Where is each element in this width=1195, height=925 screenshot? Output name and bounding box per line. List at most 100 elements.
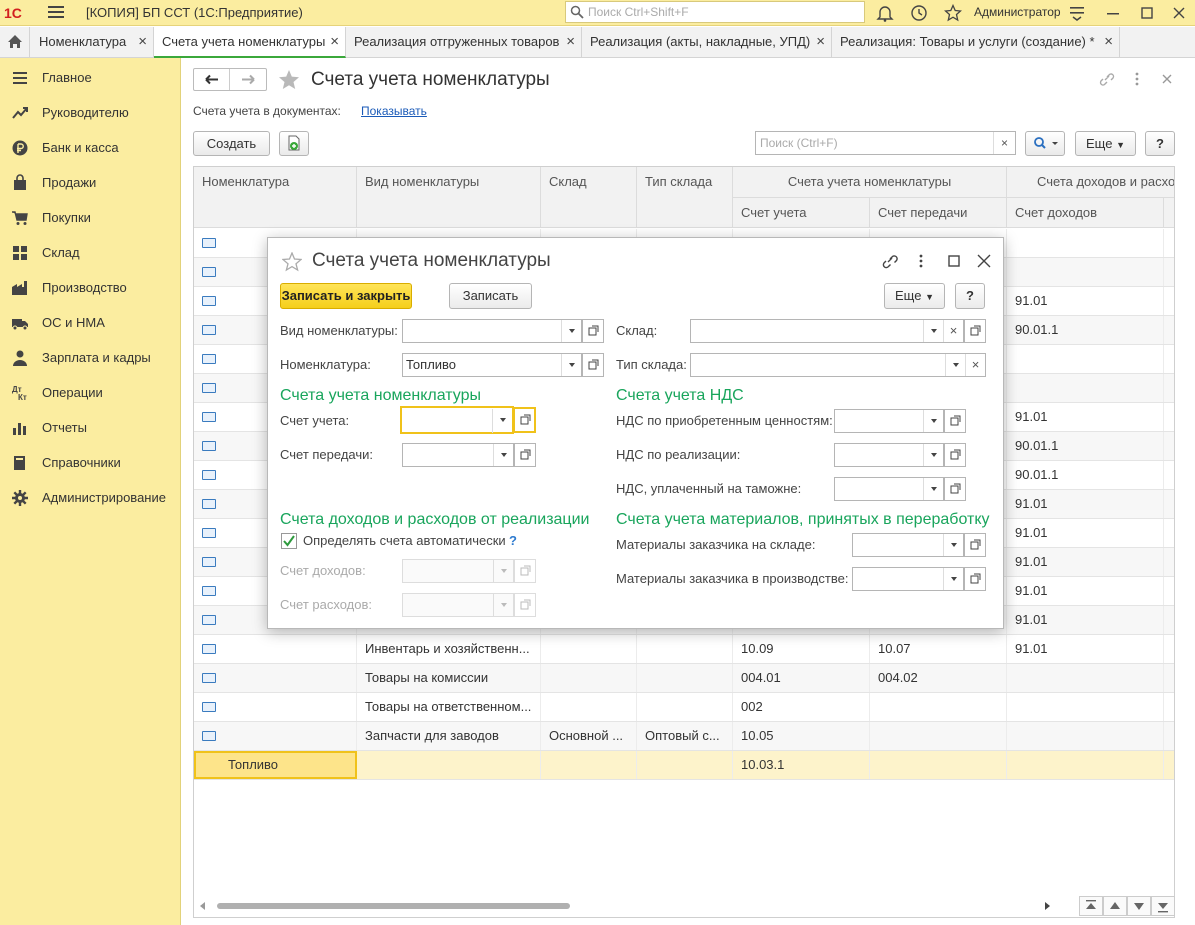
- tab-realization-shipped[interactable]: Реализация отгруженных товаров ×: [346, 27, 582, 58]
- account-field[interactable]: [400, 406, 514, 434]
- dropdown-icon[interactable]: [561, 354, 581, 376]
- sidebar-item-references[interactable]: Справочники: [0, 453, 181, 488]
- favorite-star-icon[interactable]: [278, 69, 300, 91]
- sidebar-item-salary[interactable]: Зарплата и кадры: [0, 348, 181, 383]
- scroll-up-icon[interactable]: [1103, 896, 1127, 916]
- auto-accounts-checkbox[interactable]: [281, 533, 297, 549]
- save-and-close-button[interactable]: Записать и закрыть: [280, 283, 412, 309]
- close-tab-icon[interactable]: ×: [138, 27, 147, 57]
- save-button[interactable]: Записать: [449, 283, 532, 309]
- vat-customs-field[interactable]: [834, 477, 944, 501]
- tab-nomenclature[interactable]: Номенклатура ×: [31, 27, 154, 58]
- open-icon[interactable]: [944, 409, 966, 433]
- col-header-transfer[interactable]: Счет передачи: [870, 198, 1007, 228]
- more-actions-icon[interactable]: [915, 252, 927, 270]
- clear-icon[interactable]: ×: [965, 354, 985, 376]
- close-tab-icon[interactable]: ×: [330, 27, 339, 56]
- sidebar-item-reports[interactable]: Отчеты: [0, 418, 181, 453]
- link-icon[interactable]: [880, 252, 900, 270]
- list-search-input[interactable]: Поиск (Ctrl+F) ×: [755, 131, 1016, 155]
- col-header-nomenclature[interactable]: Номенклатура: [194, 167, 357, 228]
- col-header-income[interactable]: Счет доходов: [1007, 198, 1164, 228]
- sidebar-item-bank[interactable]: Банк и касса: [0, 138, 181, 173]
- favorites-icon[interactable]: [944, 4, 962, 22]
- create-button[interactable]: Создать: [193, 131, 270, 156]
- tab-accounts[interactable]: Счета учета номенклатуры ×: [154, 27, 346, 58]
- table-row[interactable]: Товары на комиссии 004.01 004.02: [194, 664, 1174, 693]
- dialog-more-button[interactable]: Еще ▼: [884, 283, 945, 309]
- user-name[interactable]: Администратор: [974, 5, 1061, 19]
- app-logo[interactable]: 1С: [4, 4, 40, 22]
- dropdown-icon[interactable]: [923, 410, 943, 432]
- materials-warehouse-field[interactable]: [852, 533, 964, 557]
- sidebar-item-sales[interactable]: Продажи: [0, 173, 181, 208]
- home-icon[interactable]: [0, 27, 30, 58]
- col-header-kind[interactable]: Вид номенклатуры: [357, 167, 541, 228]
- col-header-warehouse[interactable]: Склад: [541, 167, 637, 228]
- search-button[interactable]: [1025, 131, 1065, 156]
- open-icon[interactable]: [514, 407, 536, 433]
- tab-realization-create[interactable]: Реализация: Товары и услуги (создание) *…: [832, 27, 1120, 58]
- dropdown-icon[interactable]: [943, 568, 963, 590]
- open-icon[interactable]: [944, 477, 966, 501]
- transfer-field[interactable]: [402, 443, 514, 467]
- open-icon[interactable]: [964, 567, 986, 591]
- open-icon[interactable]: [964, 533, 986, 557]
- close-tab-icon[interactable]: ×: [1104, 27, 1113, 57]
- accounts-show-link[interactable]: Показывать: [361, 104, 427, 118]
- minimize-icon[interactable]: [1104, 4, 1122, 22]
- close-icon[interactable]: [975, 252, 993, 270]
- warehouse-field[interactable]: ×: [690, 319, 964, 343]
- dropdown-icon[interactable]: [923, 478, 943, 500]
- horizontal-scrollbar[interactable]: [200, 901, 1050, 911]
- clear-icon[interactable]: ×: [943, 320, 963, 342]
- open-icon[interactable]: [582, 319, 604, 343]
- dropdown-icon[interactable]: [561, 320, 581, 342]
- sidebar-item-admin[interactable]: Администрирование: [0, 488, 181, 523]
- col-header-expense[interactable]: [1164, 198, 1174, 228]
- dropdown-icon[interactable]: [945, 354, 965, 376]
- auto-accounts-help[interactable]: ?: [509, 533, 517, 548]
- bell-icon[interactable]: [876, 4, 894, 22]
- table-row[interactable]: Инвентарь и хозяйственн... 10.09 10.07 91.0…: [194, 635, 1174, 664]
- history-icon[interactable]: [910, 4, 928, 22]
- vat-purchased-field[interactable]: [834, 409, 944, 433]
- help-button[interactable]: ?: [1145, 131, 1175, 156]
- settings-menu-icon[interactable]: [1068, 4, 1086, 22]
- tab-realization-acts[interactable]: Реализация (акты, накладные, УПД) ×: [582, 27, 832, 58]
- main-menu-icon[interactable]: [48, 5, 66, 21]
- dropdown-icon[interactable]: [492, 409, 512, 433]
- open-icon[interactable]: [582, 353, 604, 377]
- col-header-warehouse-type[interactable]: Тип склада: [637, 167, 733, 228]
- link-icon[interactable]: [1098, 71, 1116, 87]
- dialog-help-button[interactable]: ?: [955, 283, 985, 309]
- kind-field[interactable]: [402, 319, 582, 343]
- open-icon[interactable]: [964, 319, 986, 343]
- dropdown-icon[interactable]: [923, 320, 943, 342]
- more-button[interactable]: Еще ▼: [1075, 131, 1136, 156]
- favorite-star-icon[interactable]: [282, 252, 302, 272]
- global-search-input[interactable]: Поиск Ctrl+Shift+F: [565, 1, 865, 23]
- vat-sales-field[interactable]: [834, 443, 944, 467]
- back-icon[interactable]: [194, 69, 230, 90]
- dropdown-icon[interactable]: [943, 534, 963, 556]
- close-tab-icon[interactable]: ×: [816, 27, 825, 57]
- scroll-top-icon[interactable]: [1079, 896, 1103, 916]
- materials-production-field[interactable]: [852, 567, 964, 591]
- auto-accounts-label[interactable]: Определять счета автоматически: [303, 533, 506, 548]
- table-row[interactable]: Запчасти для заводов Основной ... Оптовый …: [194, 722, 1174, 751]
- scroll-bottom-icon[interactable]: [1151, 896, 1175, 916]
- dropdown-icon[interactable]: [923, 444, 943, 466]
- forward-icon[interactable]: [230, 69, 266, 90]
- table-row[interactable]: Товары на ответственном... 002: [194, 693, 1174, 722]
- dropdown-icon[interactable]: [493, 444, 513, 466]
- close-form-icon[interactable]: [1160, 71, 1174, 87]
- close-icon[interactable]: [1170, 4, 1188, 22]
- sidebar-item-warehouse[interactable]: Склад: [0, 243, 181, 278]
- table-row[interactable]: Топливо 10.03.1: [194, 751, 1174, 780]
- sidebar-item-main[interactable]: Главное: [0, 68, 181, 103]
- create-copy-button[interactable]: [279, 131, 309, 156]
- sidebar-item-operations[interactable]: Дт Кт Операции: [0, 383, 181, 418]
- close-tab-icon[interactable]: ×: [566, 27, 575, 57]
- warehouse-type-field[interactable]: ×: [690, 353, 986, 377]
